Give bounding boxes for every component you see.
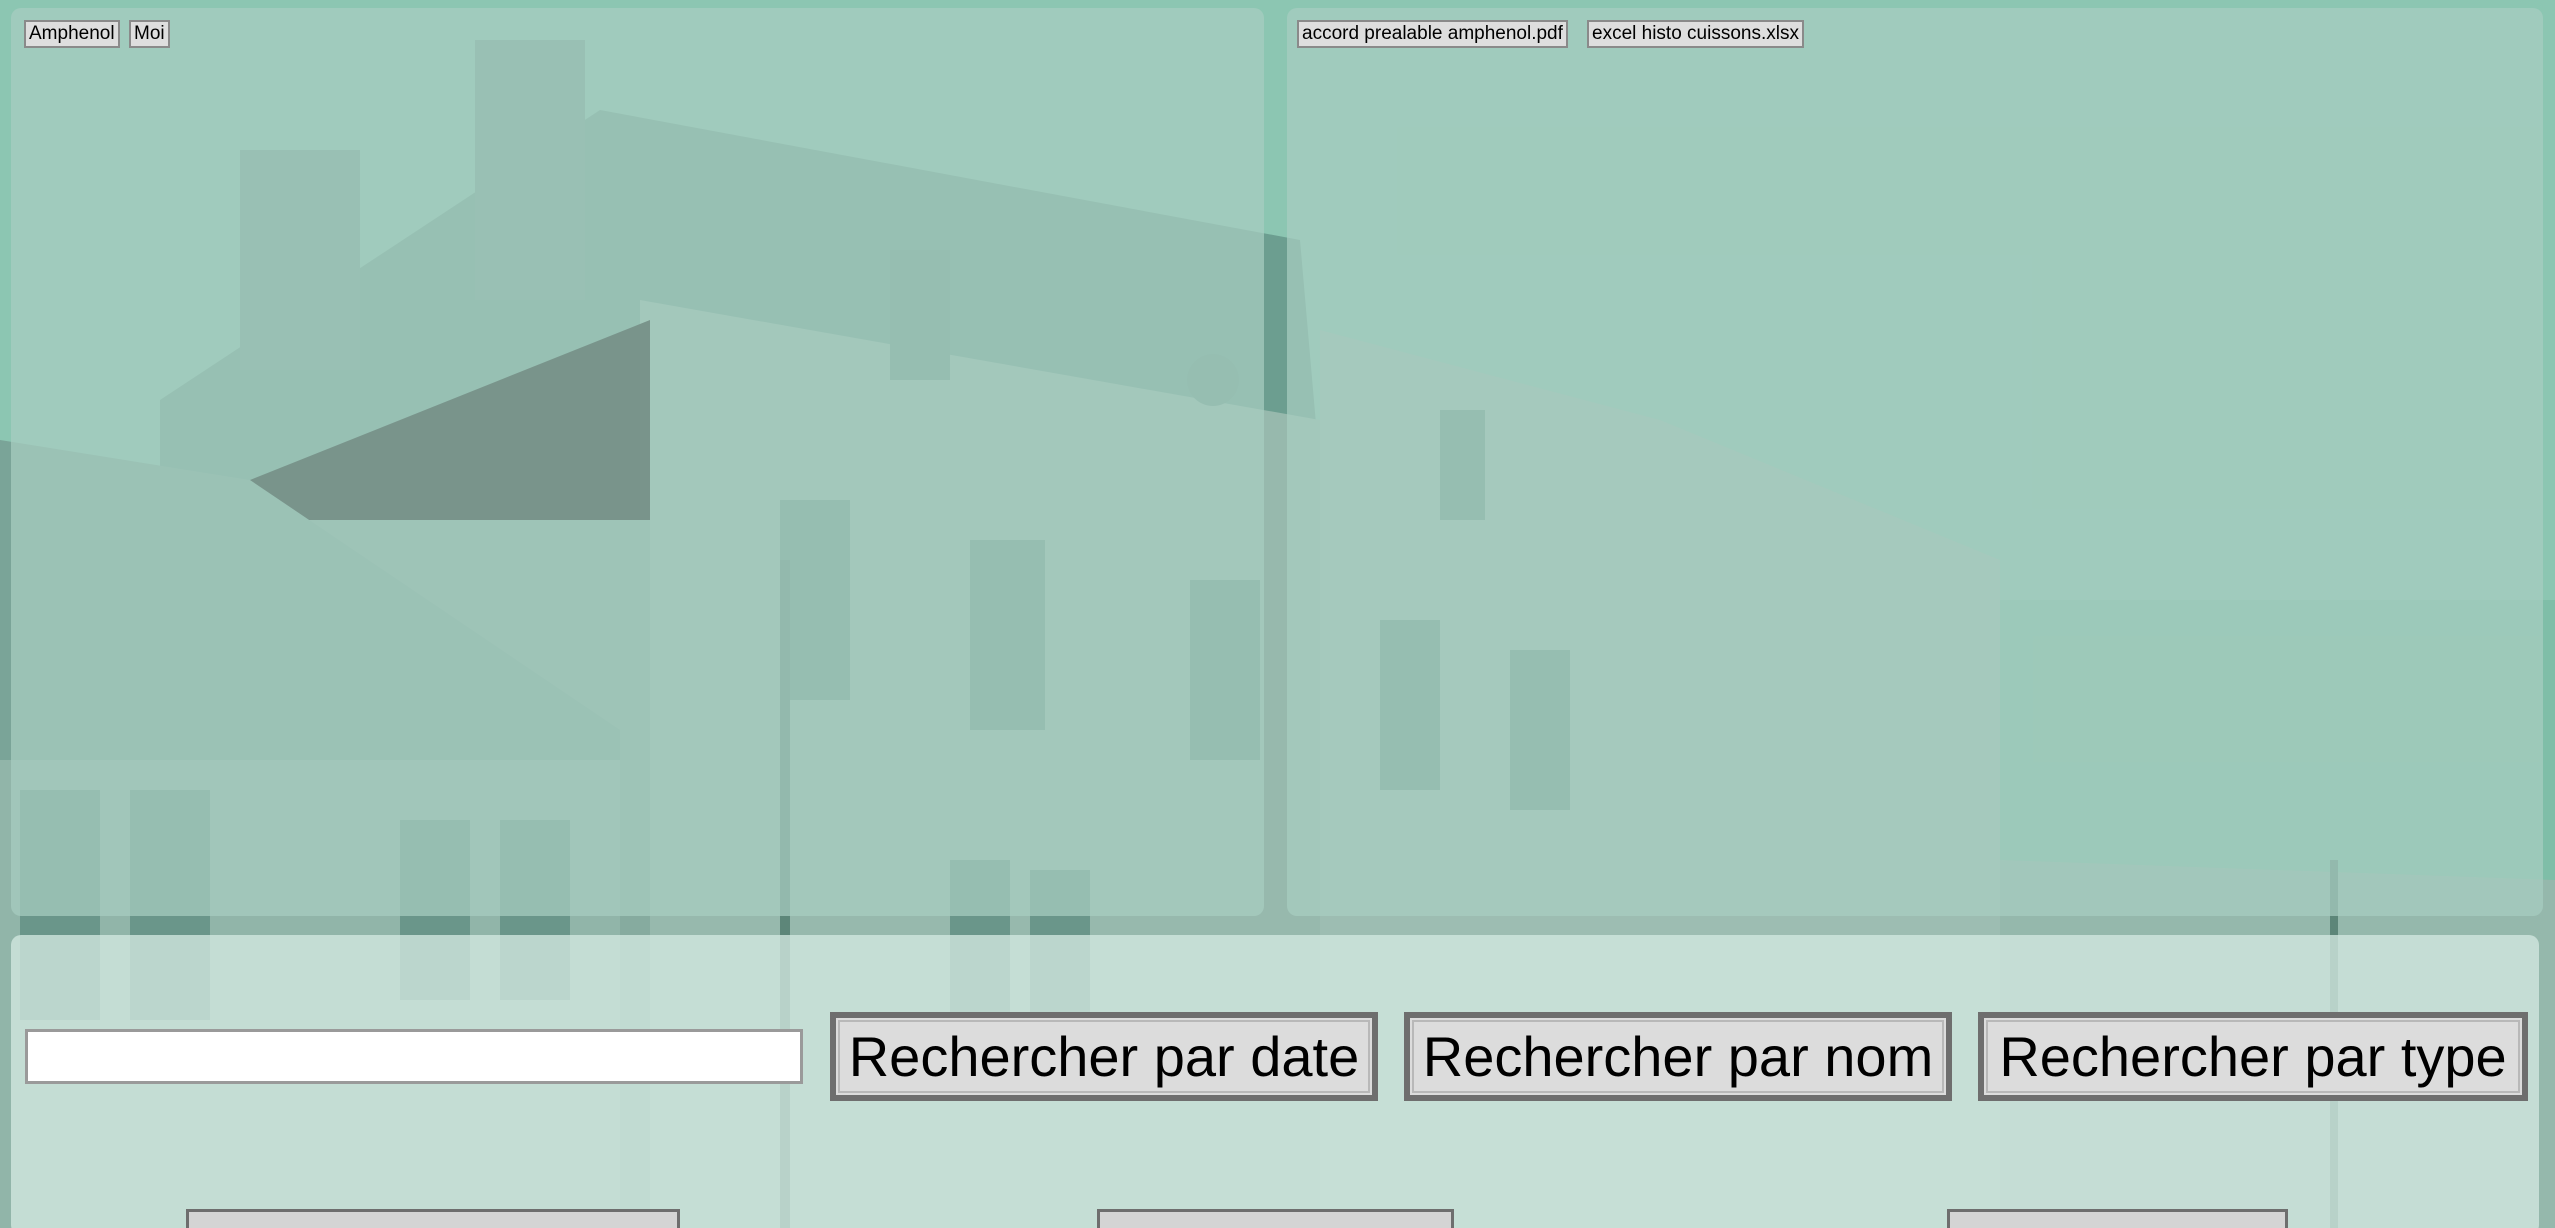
folder-chip-moi[interactable]: Moi (129, 20, 170, 48)
file-chip-excel-histo[interactable]: excel histo cuissons.xlsx (1587, 20, 1804, 48)
lower-button-2[interactable] (1097, 1209, 1454, 1228)
folder-chip-amphenol[interactable]: Amphenol (24, 20, 120, 48)
right-files-panel (1287, 8, 2543, 916)
search-by-type-button[interactable]: Rechercher par type (1978, 1012, 2528, 1101)
left-folder-panel (11, 8, 1264, 916)
lower-button-1[interactable] (186, 1209, 680, 1228)
search-input[interactable] (25, 1029, 803, 1084)
file-chip-accord-prealable[interactable]: accord prealable amphenol.pdf (1297, 20, 1568, 48)
search-by-name-button[interactable]: Rechercher par nom (1404, 1012, 1952, 1101)
lower-button-3[interactable] (1947, 1209, 2288, 1228)
search-by-date-button[interactable]: Rechercher par date (830, 1012, 1378, 1101)
